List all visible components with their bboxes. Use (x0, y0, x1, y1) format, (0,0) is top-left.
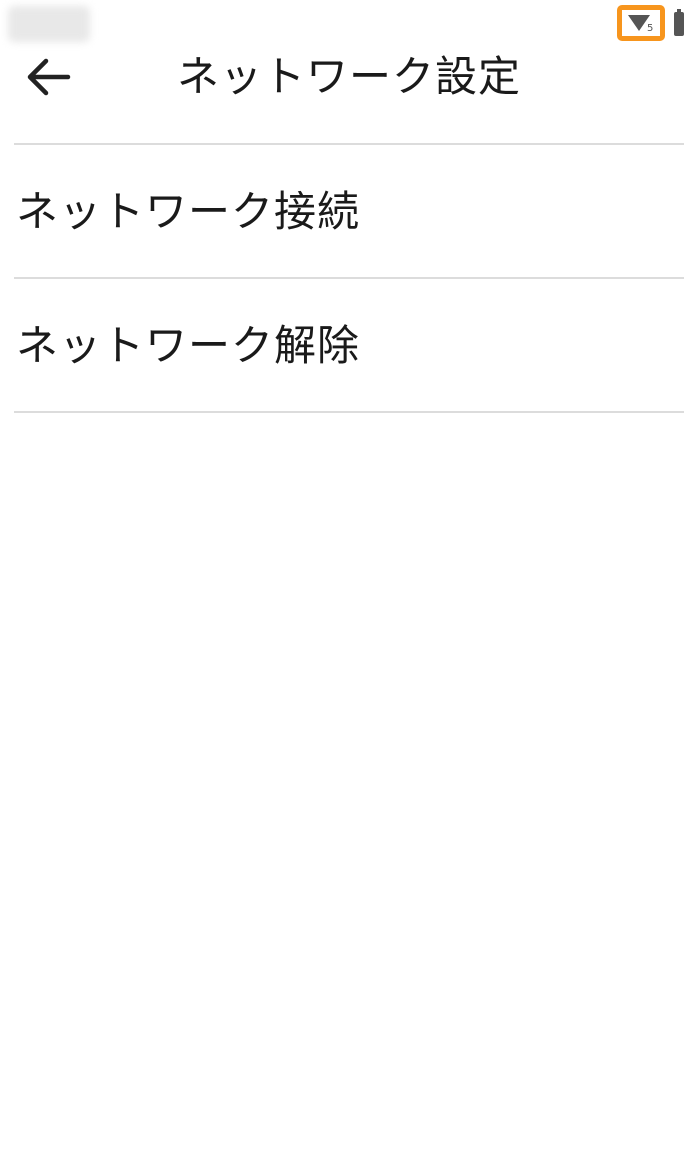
divider-bottom (14, 411, 684, 413)
page-title: ネットワーク設定 (176, 52, 521, 101)
menu-item-network-disconnect[interactable]: ネットワーク解除 (14, 280, 684, 412)
divider-top (14, 143, 684, 145)
header: ネットワーク設定 (0, 46, 698, 144)
wifi-badge-text: 5 (647, 23, 653, 34)
menu-item-label: ネットワーク接続 (16, 187, 361, 236)
menu-item-network-connect[interactable]: ネットワーク接続 (14, 146, 684, 278)
status-bar: 5 (0, 0, 698, 46)
menu-item-label: ネットワーク解除 (16, 321, 361, 370)
battery-icon (674, 9, 684, 36)
divider-middle (14, 277, 684, 279)
wifi-status-highlight[interactable]: 5 (617, 5, 665, 41)
wifi-icon: 5 (628, 15, 653, 34)
status-time-blurred (8, 6, 90, 42)
